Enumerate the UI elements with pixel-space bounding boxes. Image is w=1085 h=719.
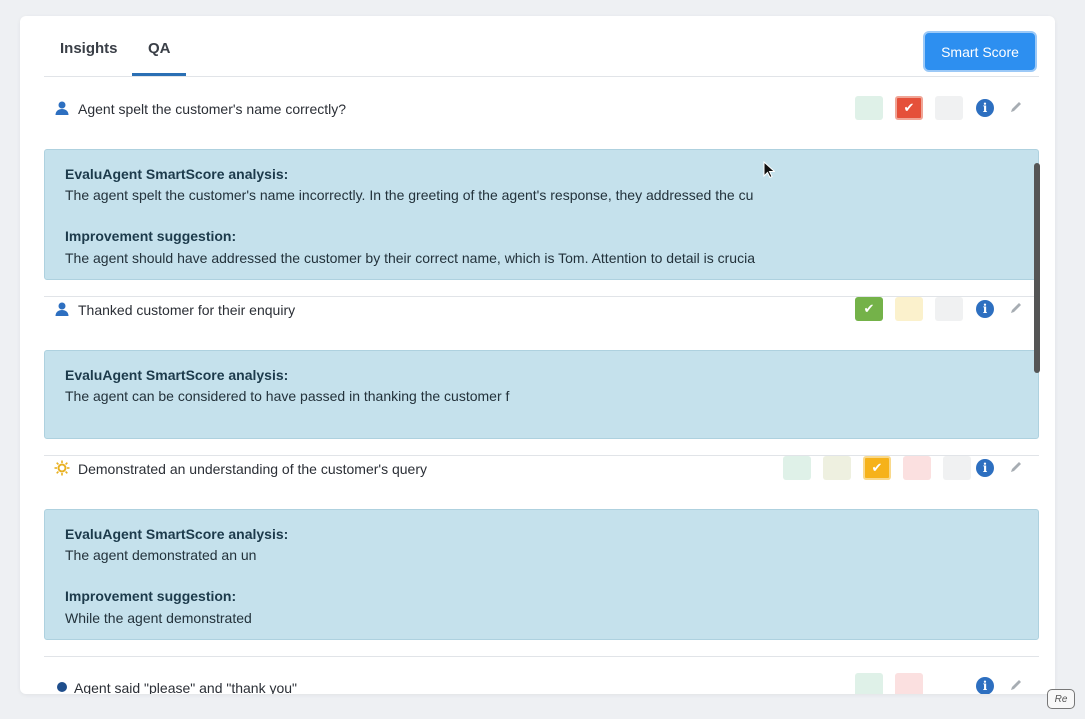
- score-options: [855, 673, 923, 694]
- score-fail-chip[interactable]: [895, 673, 923, 694]
- smartscore-panel: EvaluAgent SmartScore analysis: The agen…: [44, 350, 1039, 439]
- pencil-icon[interactable]: [1008, 677, 1024, 693]
- score-partial-pass-chip[interactable]: [823, 456, 851, 480]
- score-pass-chip[interactable]: [855, 673, 883, 694]
- criterion-title: Agent spelt the customer's name correctl…: [78, 101, 347, 117]
- active-tab-indicator: [132, 73, 186, 76]
- check-icon: ✔: [903, 100, 915, 115]
- criterion-row: Demonstrated an understanding of the cus…: [44, 439, 1039, 495]
- criterion-title: Agent said "please" and "thank you": [74, 680, 298, 694]
- suggestion-text: The agent should have addressed the cust…: [65, 250, 755, 266]
- analysis-label: EvaluAgent SmartScore analysis:: [65, 166, 289, 182]
- tab-bar: Insights QA: [44, 16, 1039, 77]
- qa-criteria-list: Agent spelt the customer's name correctl…: [44, 77, 1039, 694]
- info-icon[interactable]: i: [976, 99, 994, 117]
- user-icon: [55, 101, 69, 115]
- smartscore-panel: EvaluAgent SmartScore analysis: The agen…: [44, 509, 1039, 640]
- watermark-logo: Re: [1047, 689, 1075, 709]
- check-icon: ✔: [871, 460, 883, 475]
- dot-icon: [57, 682, 67, 692]
- user-icon: [55, 302, 69, 316]
- pencil-icon[interactable]: [1008, 459, 1024, 475]
- check-icon: ✔: [863, 301, 875, 316]
- suggestion-label: Improvement suggestion:: [65, 588, 237, 604]
- sun-icon: [54, 460, 70, 476]
- analysis-text: The agent demonstrated an un: [65, 547, 257, 563]
- score-options: ✔: [783, 456, 971, 480]
- tab-insights[interactable]: Insights: [60, 40, 118, 57]
- info-icon[interactable]: i: [976, 459, 994, 477]
- tab-qa[interactable]: QA: [148, 40, 171, 57]
- analysis-label: EvaluAgent SmartScore analysis:: [65, 526, 289, 542]
- criterion-row: Thanked customer for their enquiry ✔ i: [44, 280, 1039, 336]
- score-pass-chip[interactable]: [855, 96, 883, 120]
- criterion-title: Demonstrated an understanding of the cus…: [78, 461, 427, 477]
- score-partial-chip[interactable]: [895, 297, 923, 321]
- suggestion-label: Improvement suggestion:: [65, 228, 237, 244]
- score-pass-chip[interactable]: [783, 456, 811, 480]
- row-divider: [44, 656, 1039, 657]
- qa-card: Insights QA Smart Score Agent spelt the …: [20, 16, 1055, 694]
- scrollbar[interactable]: [1034, 163, 1040, 373]
- info-icon[interactable]: i: [976, 677, 994, 694]
- score-fail-chip-selected[interactable]: ✔: [895, 96, 923, 120]
- score-na-chip[interactable]: [935, 297, 963, 321]
- pencil-icon[interactable]: [1008, 99, 1024, 115]
- analysis-text: The agent spelt the customer's name inco…: [65, 187, 754, 203]
- smart-score-button[interactable]: Smart Score: [923, 31, 1037, 72]
- pencil-icon[interactable]: [1008, 300, 1024, 316]
- analysis-label: EvaluAgent SmartScore analysis:: [65, 367, 289, 383]
- score-na-chip[interactable]: [935, 96, 963, 120]
- smartscore-panel: EvaluAgent SmartScore analysis: The agen…: [44, 149, 1039, 280]
- score-na-chip[interactable]: [943, 456, 971, 480]
- score-options: ✔: [855, 96, 963, 120]
- score-options: ✔: [855, 297, 963, 321]
- score-pass-chip-selected[interactable]: ✔: [855, 297, 883, 321]
- info-icon[interactable]: i: [976, 300, 994, 318]
- score-fail-chip[interactable]: [903, 456, 931, 480]
- mouse-cursor-icon: [763, 161, 775, 179]
- criterion-title: Thanked customer for their enquiry: [78, 302, 296, 318]
- suggestion-text: While the agent demonstrated: [65, 610, 252, 626]
- criterion-row: Agent spelt the customer's name correctl…: [44, 79, 1039, 135]
- criterion-row: Agent said "please" and "thank you" i: [44, 661, 1039, 694]
- score-partial-chip-selected[interactable]: ✔: [863, 456, 891, 480]
- analysis-text: The agent can be considered to have pass…: [65, 388, 510, 404]
